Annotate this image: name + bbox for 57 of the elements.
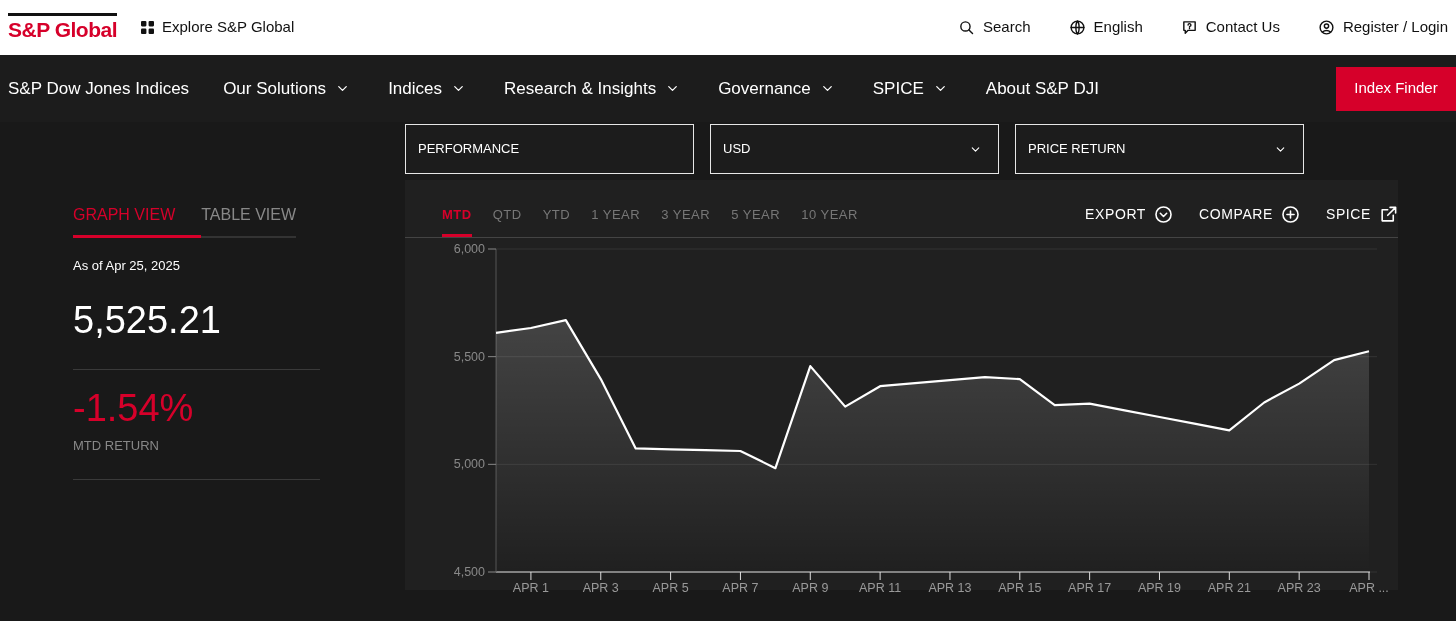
nav-menu-item[interactable]: Research & Insights <box>504 75 681 102</box>
user-icon <box>1317 19 1335 36</box>
axis-label: 5,000 <box>453 457 485 472</box>
explore-label: Explore S&P Global <box>162 17 295 38</box>
axis-label: APR 5 <box>652 581 689 595</box>
axis-label: 6,000 <box>453 242 485 256</box>
as-of-date: As of Apr 25, 2025 <box>73 257 181 275</box>
search-icon <box>958 19 975 36</box>
return-value: -1.54% <box>73 388 195 430</box>
help-bubble-icon <box>1180 19 1198 36</box>
dropdown-select[interactable]: USD <box>710 124 999 174</box>
site-brand[interactable]: S&P Dow Jones Indices <box>8 75 190 102</box>
axis-label: 4,500 <box>453 565 485 579</box>
dropdown-select[interactable]: PRICE RETURN <box>1015 124 1304 174</box>
chart-action-link[interactable]: EXPORT <box>1085 204 1174 225</box>
axis-label: APR ... <box>1349 581 1389 595</box>
globe-icon <box>1068 19 1086 36</box>
axis-label: APR 19 <box>1137 581 1182 595</box>
nav-menu-item[interactable]: SPICE <box>872 75 948 102</box>
chart-action-link[interactable]: COMPARE <box>1199 204 1300 225</box>
axis-label: APR 13 <box>928 581 972 595</box>
axis-label: APR 7 <box>722 581 759 595</box>
explore-link[interactable]: Explore S&P Global <box>141 16 295 39</box>
external-link-icon <box>1379 205 1398 224</box>
index-value: 5,525.21 <box>73 297 222 343</box>
header-link[interactable]: Register / Login <box>1317 16 1448 39</box>
period-tab[interactable]: 1 YEAR <box>591 204 641 237</box>
nav-menu-item[interactable]: Our Solutions <box>223 75 351 102</box>
axis-label: APR 15 <box>998 581 1042 595</box>
return-label: MTD RETURN <box>73 436 160 455</box>
chart-action-link[interactable]: SPICE <box>1326 204 1398 225</box>
plus-circle-icon <box>1281 205 1300 224</box>
axis-label: APR 9 <box>792 581 829 595</box>
axis-label: APR 11 <box>859 581 902 595</box>
period-tab[interactable]: 3 YEAR <box>661 204 711 237</box>
header-link[interactable]: English <box>1068 16 1143 39</box>
nav-menu-item[interactable]: Indices <box>388 75 466 102</box>
axis-label: APR 17 <box>1068 581 1112 595</box>
index-finder-button[interactable]: Index Finder <box>1336 66 1456 111</box>
grid-icon <box>141 21 154 34</box>
nav-menu-item[interactable]: Governance <box>718 75 835 102</box>
period-tab[interactable]: 5 YEAR <box>731 204 781 237</box>
header-link[interactable]: Contact Us <box>1180 16 1280 39</box>
period-tab[interactable]: 10 YEAR <box>801 204 858 237</box>
axis-label: APR 21 <box>1207 581 1251 595</box>
nav-menu-item[interactable]: About S&P DJI <box>985 75 1099 102</box>
axis-label: APR 3 <box>582 581 619 595</box>
axis-label: 5,500 <box>453 349 485 364</box>
period-tab[interactable]: YTD <box>542 204 571 237</box>
chevron-circle-icon <box>1154 205 1174 224</box>
header-link[interactable]: Search <box>958 16 1031 39</box>
view-tab[interactable]: TABLE VIEW <box>201 203 297 238</box>
axis-label: APR 23 <box>1277 581 1321 595</box>
logo[interactable]: S&P Global <box>8 13 117 42</box>
axis-label: APR 1 <box>512 581 549 595</box>
period-tab[interactable]: QTD <box>492 204 522 237</box>
select-field[interactable]: PERFORMANCE <box>405 124 694 174</box>
